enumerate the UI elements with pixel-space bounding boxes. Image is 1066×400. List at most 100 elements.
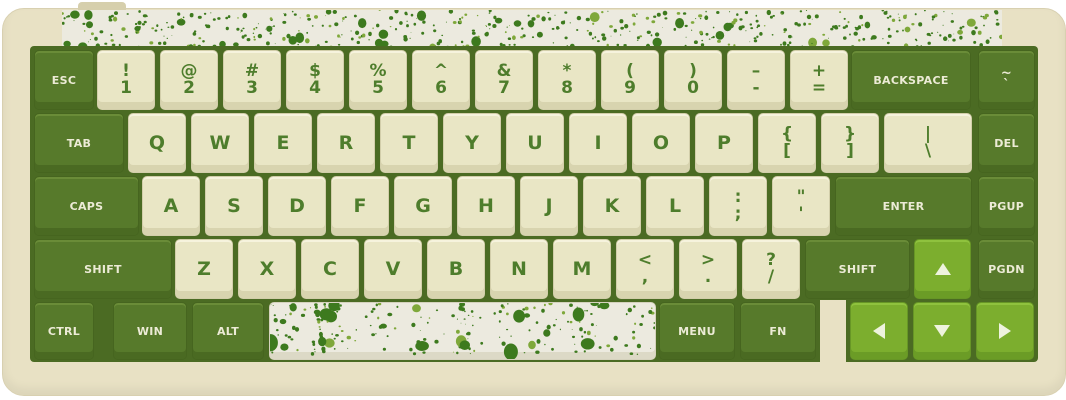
key-3[interactable]: #3: [223, 50, 281, 110]
key-enter[interactable]: ENTER: [835, 176, 972, 236]
key-6[interactable]: ^ 6: [412, 50, 470, 110]
splatter-dot: [166, 37, 168, 39]
key-pgdn[interactable]: PGDN: [978, 239, 1035, 299]
splatter-dot: [650, 34, 653, 37]
key-2[interactable]: @2: [160, 50, 218, 110]
splatter-dot: [433, 29, 437, 33]
splatter-dot: [861, 24, 864, 27]
splatter-dot: [422, 351, 426, 354]
key-x[interactable]: X: [238, 239, 296, 299]
splatter-dot: [475, 36, 478, 40]
key-up[interactable]: [914, 239, 971, 299]
key-d[interactable]: D: [268, 176, 326, 236]
key-alt[interactable]: ALT: [192, 302, 264, 360]
splatter-dot: [358, 36, 362, 39]
splatter-dot: [634, 322, 637, 325]
key-7[interactable]: & 7: [475, 50, 533, 110]
key-menu[interactable]: MENU: [659, 302, 735, 360]
splatter-dot: [458, 18, 462, 20]
key-ctrl[interactable]: CTRL: [34, 302, 94, 360]
splatter-dot: [996, 19, 999, 21]
splatter-dot: [463, 318, 466, 320]
splatter-dot: [493, 15, 497, 20]
key-tab[interactable]: TAB: [34, 113, 124, 173]
key-k[interactable]: K: [583, 176, 641, 236]
splatter-dot: [342, 17, 345, 20]
key-spacebar[interactable]: [269, 302, 656, 360]
key-backslash[interactable]: | \: [884, 113, 972, 173]
key-y[interactable]: Y: [443, 113, 501, 173]
key-lshift[interactable]: SHIFT: [34, 239, 172, 299]
key-e[interactable]: E: [254, 113, 312, 173]
key-backspace[interactable]: BACKSPACE: [851, 50, 971, 110]
splatter-dot: [929, 34, 932, 37]
splatter-dot: [225, 26, 229, 31]
key-grave[interactable]: ~ `: [978, 50, 1035, 110]
key-right[interactable]: [976, 302, 1034, 360]
splatter-dot: [242, 12, 248, 19]
splatter-dot: [636, 353, 639, 355]
key-p[interactable]: P: [695, 113, 753, 173]
splatter-dot: [323, 303, 326, 306]
key-left[interactable]: [850, 302, 908, 360]
key-1[interactable]: ! 1: [97, 50, 155, 110]
key-n[interactable]: N: [490, 239, 548, 299]
splatter-dot: [788, 41, 792, 44]
key-lbracket[interactable]: {[: [758, 113, 816, 173]
splatter-dot: [108, 18, 113, 22]
key-i[interactable]: I: [569, 113, 627, 173]
key-0[interactable]: ) 0: [664, 50, 722, 110]
key-z[interactable]: Z: [175, 239, 233, 299]
key-5[interactable]: % 5: [349, 50, 407, 110]
splatter-top-plate: [62, 10, 1002, 50]
key-g[interactable]: G: [394, 176, 452, 236]
key-9[interactable]: (9: [601, 50, 659, 110]
key-esc[interactable]: ESC: [34, 50, 94, 110]
key-v[interactable]: V: [364, 239, 422, 299]
key-comma[interactable]: <,: [616, 239, 674, 299]
splatter-dot: [574, 350, 578, 353]
key-4[interactable]: $4: [286, 50, 344, 110]
splatter-dot: [306, 14, 310, 18]
key-slash[interactable]: ? /: [742, 239, 800, 299]
key-rshift[interactable]: SHIFT: [805, 239, 910, 299]
key-fn[interactable]: FN: [740, 302, 816, 360]
key-u[interactable]: U: [506, 113, 564, 173]
key-c[interactable]: C: [301, 239, 359, 299]
key-m[interactable]: M: [553, 239, 611, 299]
key-down[interactable]: [913, 302, 971, 360]
key-pgup[interactable]: PGUP: [978, 176, 1035, 236]
splatter-dot: [372, 307, 376, 311]
key-win[interactable]: WIN: [113, 302, 187, 360]
splatter-dot: [763, 25, 766, 27]
key-h[interactable]: H: [457, 176, 515, 236]
key-legend: A: [163, 195, 179, 217]
key-semicolon[interactable]: :;: [709, 176, 767, 236]
key-t[interactable]: T: [380, 113, 438, 173]
key-s[interactable]: S: [205, 176, 263, 236]
key-del[interactable]: DEL: [978, 113, 1035, 173]
splatter-dot: [685, 36, 687, 38]
key-l[interactable]: L: [646, 176, 704, 236]
key-q[interactable]: Q: [128, 113, 186, 173]
key-b[interactable]: B: [427, 239, 485, 299]
splatter-dot: [898, 17, 900, 19]
key-j[interactable]: J: [520, 176, 578, 236]
splatter-dot: [651, 20, 656, 24]
key-8[interactable]: * 8: [538, 50, 596, 110]
key-a[interactable]: A: [142, 176, 200, 236]
key-legend-bottom: 3: [246, 78, 258, 98]
key-r[interactable]: R: [317, 113, 375, 173]
key-period[interactable]: >.: [679, 239, 737, 299]
key-o[interactable]: O: [632, 113, 690, 173]
splatter-dot: [415, 341, 429, 351]
splatter-dot: [413, 22, 417, 26]
splatter-dot: [412, 352, 417, 356]
key-minus[interactable]: – -: [727, 50, 785, 110]
key-caps[interactable]: CAPS: [34, 176, 139, 236]
key-w[interactable]: W: [191, 113, 249, 173]
key-f[interactable]: F: [331, 176, 389, 236]
key-equal[interactable]: + =: [790, 50, 848, 110]
key-quote[interactable]: " ': [772, 176, 830, 236]
key-rbracket[interactable]: }]: [821, 113, 879, 173]
